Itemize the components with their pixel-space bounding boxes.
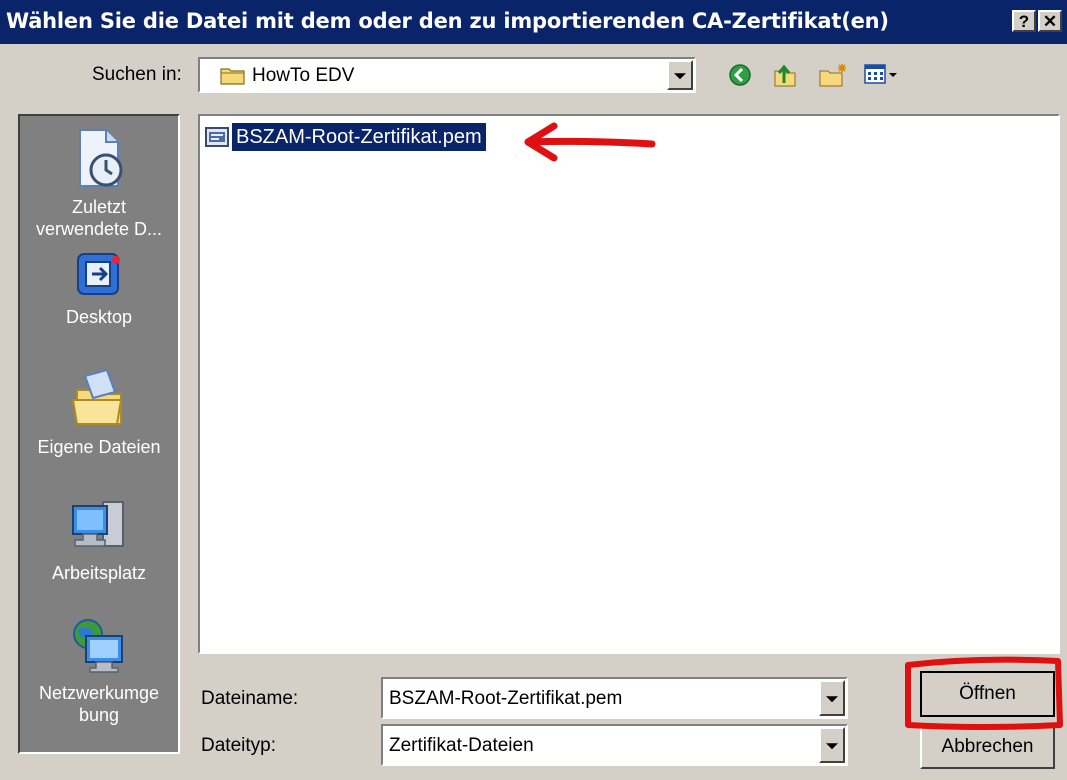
back-icon[interactable] [728,63,752,87]
my-computer-icon [72,501,124,547]
annotation-arrow [524,122,656,162]
annotation-box [905,656,1063,730]
filename-value: BSZAM-Root-Zertifikat.pem [389,688,623,709]
new-folder-icon[interactable] [818,62,848,88]
certificate-file-icon [205,127,229,147]
network-icon [73,619,123,673]
filename-label: Dateiname: [201,688,299,709]
place-my-documents[interactable]: Eigene Dateien [20,366,178,458]
filetype-dropdown-arrow[interactable] [819,727,845,763]
file-name[interactable]: BSZAM-Root-Zertifikat.pem [232,123,486,151]
place-desktop-label: Desktop [65,307,133,327]
filename-dropdown-arrow[interactable] [819,680,845,716]
title-bar: Wählen Sie die Datei mit dem oder den zu… [0,0,1067,44]
look-in-dropdown-arrow[interactable] [667,60,693,90]
folder-icon [220,68,245,85]
filename-input[interactable]: BSZAM-Root-Zertifikat.pem [381,677,848,719]
look-in-label: Suchen in: [92,64,182,85]
place-network[interactable]: Netzwerkumge bung [20,616,178,726]
place-network-label-2: bung [78,705,120,725]
place-recent-label-1: Zuletzt [71,197,127,217]
place-my-documents-label: Eigene Dateien [37,437,161,457]
filetype-label: Dateityp: [201,735,276,756]
view-menu-icon[interactable] [864,64,900,86]
place-desktop[interactable]: Desktop [20,248,178,328]
look-in-value: HowTo EDV [252,65,355,86]
help-button[interactable]: ? [1012,10,1036,32]
filetype-select[interactable]: Zertifikat-Dateien [381,724,848,766]
place-my-computer-label: Arbeitsplatz [51,563,147,583]
up-folder-icon[interactable] [772,61,798,89]
my-documents-icon [71,368,123,425]
place-network-label-1: Netzwerkumge [38,683,160,703]
place-recent-label-2: verwendete D... [35,219,163,239]
place-recent[interactable]: Zuletzt verwendete D... [20,126,178,240]
filetype-value: Zertifikat-Dateien [389,735,534,756]
file-list[interactable]: BSZAM-Root-Zertifikat.pem [198,114,1060,654]
file-item[interactable]: BSZAM-Root-Zertifikat.pem [205,123,486,151]
dialog-title: Wählen Sie die Datei mit dem oder den zu… [6,9,889,33]
close-button[interactable]: ✕ [1038,10,1062,32]
places-bar: Zuletzt verwendete D... Desktop Eigene D… [18,114,180,754]
recent-documents-icon [79,129,123,187]
place-my-computer[interactable]: Arbeitsplatz [20,496,178,584]
look-in-dropdown[interactable]: HowTo EDV [198,57,696,93]
desktop-icon [77,253,120,295]
